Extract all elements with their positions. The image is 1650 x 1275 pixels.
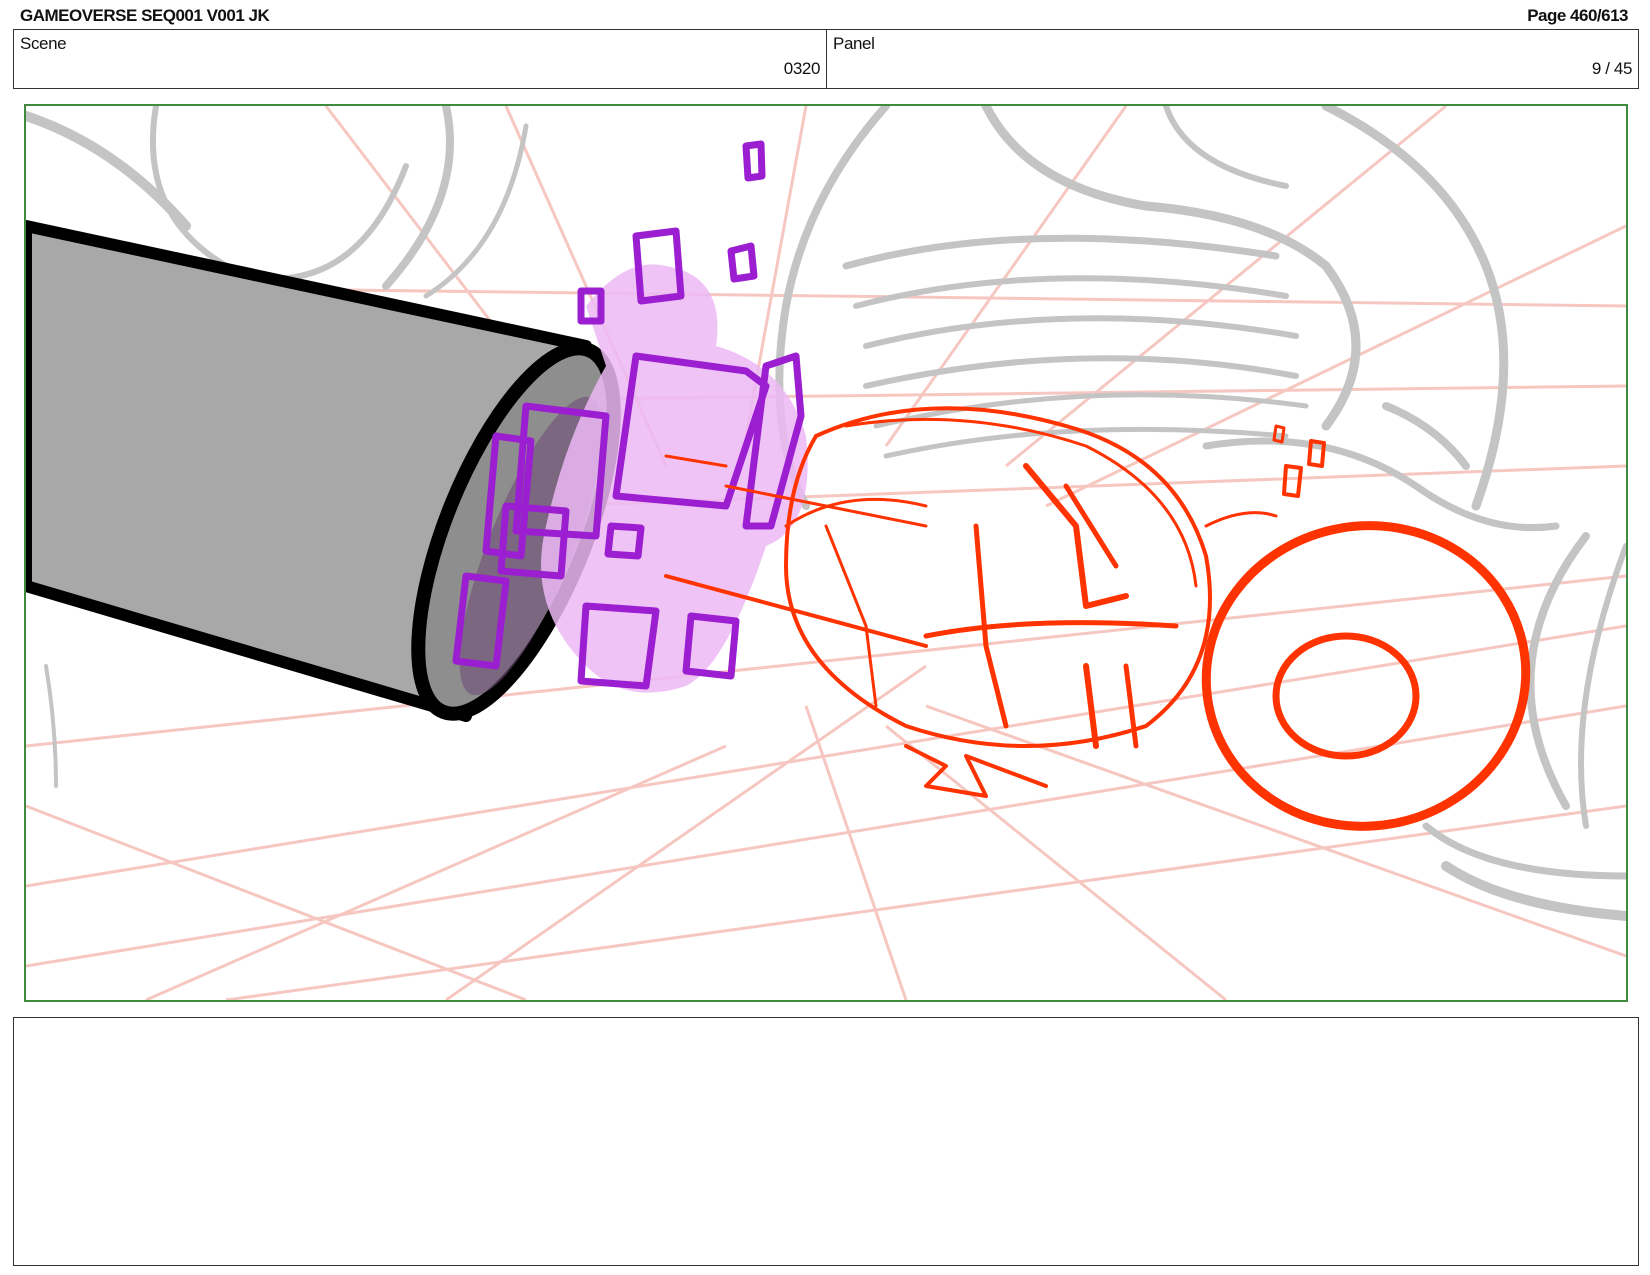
storyboard-panel-image <box>24 104 1628 1002</box>
panel-number: 9 / 45 <box>1591 59 1633 78</box>
scene-panel-info-row: Scene 0320 Panel 9 / 45 <box>13 29 1639 89</box>
panel-label: Panel <box>833 34 875 53</box>
scene-cell: Scene 0320 <box>14 30 827 88</box>
board-title: GAMEOVERSE SEQ001 V001 JK <box>20 6 270 25</box>
scene-label: Scene <box>20 34 67 53</box>
panel-notes-box <box>13 1017 1639 1266</box>
page-number: Page 460/613 <box>1527 6 1628 25</box>
scene-number: 0320 <box>783 59 821 78</box>
panel-cell: Panel 9 / 45 <box>827 30 1638 88</box>
storyboard-sketch <box>26 106 1626 1000</box>
